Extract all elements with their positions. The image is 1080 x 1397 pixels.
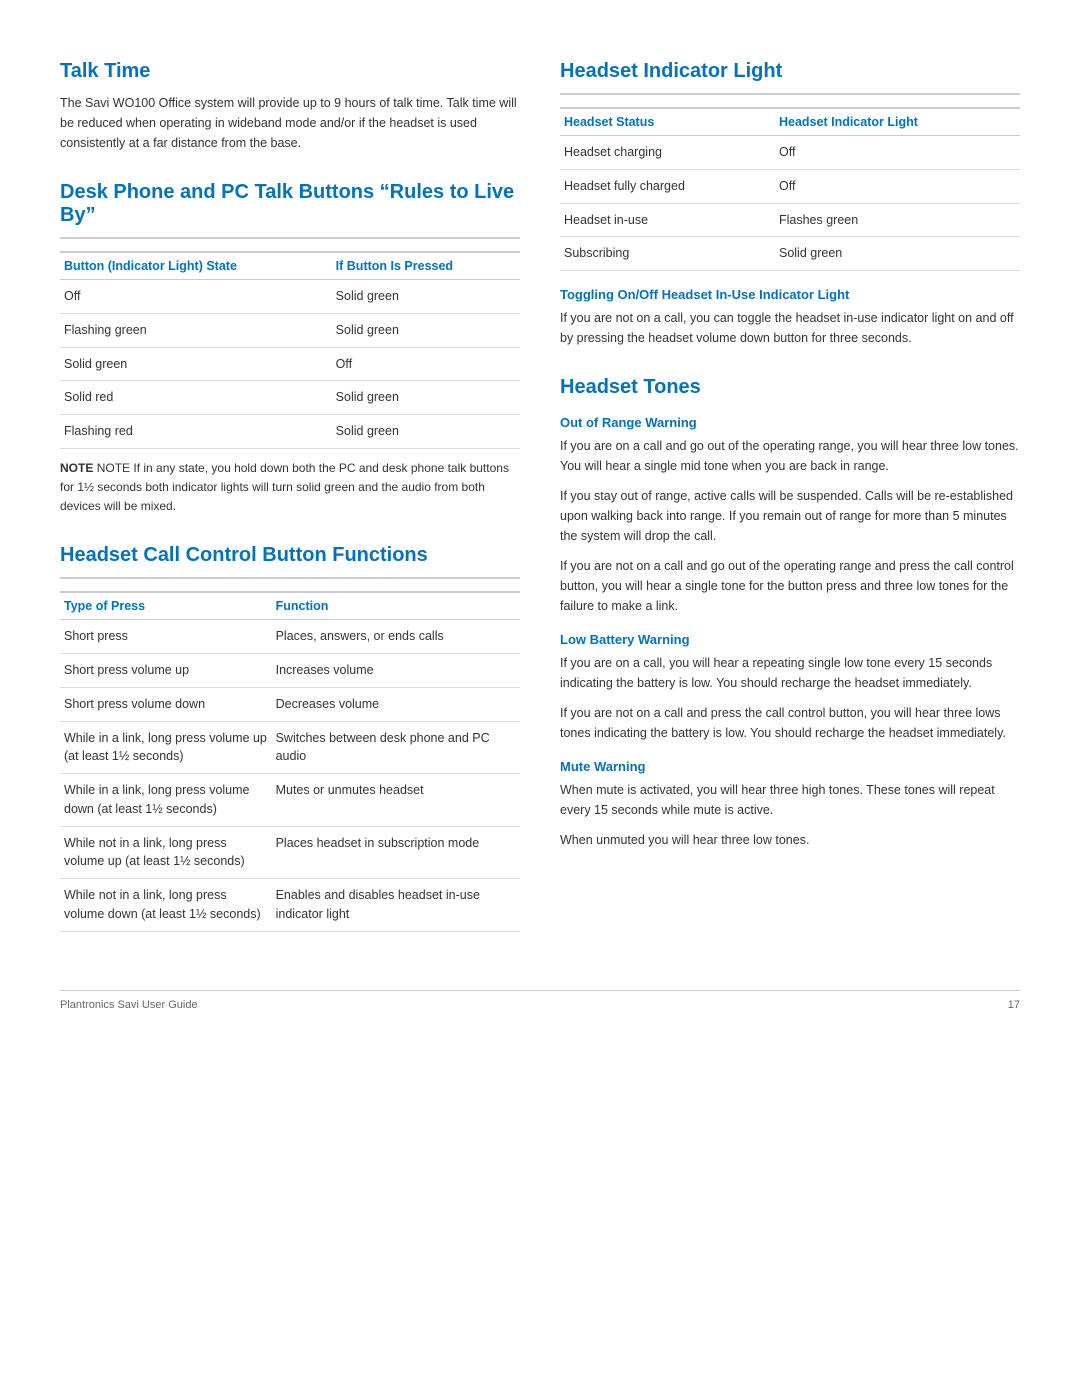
footer-right: 17 <box>1008 999 1020 1011</box>
table-row: Short press volume upIncreases volume <box>60 654 520 688</box>
desk-phone-section: Desk Phone and PC Talk Buttons “Rules to… <box>60 181 520 516</box>
mute-warning-title: Mute Warning <box>560 759 1020 774</box>
function-cell: Places headset in subscription mode <box>272 826 520 879</box>
toggling-title: Toggling On/Off Headset In-Use Indicator… <box>560 287 1020 302</box>
pressed-cell: Solid green <box>332 381 520 415</box>
status-cell: Headset in-use <box>560 203 775 237</box>
function-cell: Decreases volume <box>272 687 520 721</box>
desk-phone-table: Button (Indicator Light) State If Button… <box>60 251 520 449</box>
table-row: SubscribingSolid green <box>560 237 1020 271</box>
table-row: While in a link, long press volume up (a… <box>60 721 520 774</box>
table-row: Solid greenOff <box>60 347 520 381</box>
out-of-range-para3: If you are not on a call and go out of t… <box>560 556 1020 616</box>
table-row: Headset chargingOff <box>560 136 1020 170</box>
table-row: Solid redSolid green <box>60 381 520 415</box>
light-cell: Off <box>775 169 1020 203</box>
status-cell: Subscribing <box>560 237 775 271</box>
press-cell: Short press volume down <box>60 687 272 721</box>
headset-tones-title: Headset Tones <box>560 376 1020 399</box>
low-battery-title: Low Battery Warning <box>560 632 1020 647</box>
table-row: While not in a link, long press volume u… <box>60 826 520 879</box>
mute-warning-para1: When mute is activated, you will hear th… <box>560 780 1020 820</box>
desk-phone-col2-header: If Button Is Pressed <box>332 252 520 280</box>
pressed-cell: Solid green <box>332 415 520 449</box>
low-battery-para2: If you are not on a call and press the c… <box>560 703 1020 743</box>
table-row: Flashing redSolid green <box>60 415 520 449</box>
talk-time-title: Talk Time <box>60 60 520 83</box>
talk-time-section: Talk Time The Savi WO100 Office system w… <box>60 60 520 153</box>
desk-phone-note: NOTE NOTE If in any state, you hold down… <box>60 459 520 517</box>
table-row: OffSolid green <box>60 280 520 314</box>
headset-indicator-table: Headset Status Headset Indicator Light H… <box>560 107 1020 271</box>
headset-call-control-section: Headset Call Control Button Functions Ty… <box>60 544 520 931</box>
table-row: Flashing greenSolid green <box>60 313 520 347</box>
headset-tones-section: Headset Tones Out of Range Warning If yo… <box>560 376 1020 850</box>
press-cell: Short press <box>60 620 272 654</box>
pressed-cell: Solid green <box>332 280 520 314</box>
press-cell: Short press volume up <box>60 654 272 688</box>
call-control-col1-header: Type of Press <box>60 592 272 620</box>
desk-phone-title: Desk Phone and PC Talk Buttons “Rules to… <box>60 181 520 227</box>
out-of-range-para1: If you are on a call and go out of the o… <box>560 436 1020 476</box>
call-control-col2-header: Function <box>272 592 520 620</box>
state-cell: Flashing red <box>60 415 332 449</box>
headset-call-control-table: Type of Press Function Short pressPlaces… <box>60 591 520 931</box>
low-battery-para1: If you are on a call, you will hear a re… <box>560 653 1020 693</box>
table-row: Short press volume downDecreases volume <box>60 687 520 721</box>
light-cell: Solid green <box>775 237 1020 271</box>
out-of-range-para2: If you stay out of range, active calls w… <box>560 486 1020 546</box>
headset-call-control-title: Headset Call Control Button Functions <box>60 544 520 567</box>
desk-phone-col1-header: Button (Indicator Light) State <box>60 252 332 280</box>
table-row: Headset fully chargedOff <box>560 169 1020 203</box>
function-cell: Increases volume <box>272 654 520 688</box>
page-footer: Plantronics Savi User Guide 17 <box>60 990 1020 1011</box>
table-row: While in a link, long press volume down … <box>60 774 520 827</box>
light-cell: Off <box>775 136 1020 170</box>
indicator-col1-header: Headset Status <box>560 108 775 136</box>
headset-indicator-title: Headset Indicator Light <box>560 60 1020 83</box>
press-cell: While not in a link, long press volume u… <box>60 826 272 879</box>
state-cell: Flashing green <box>60 313 332 347</box>
function-cell: Enables and disables headset in-use indi… <box>272 879 520 932</box>
headset-indicator-section: Headset Indicator Light Headset Status H… <box>560 60 1020 348</box>
function-cell: Places, answers, or ends calls <box>272 620 520 654</box>
toggling-body: If you are not on a call, you can toggle… <box>560 308 1020 348</box>
state-cell: Off <box>60 280 332 314</box>
status-cell: Headset charging <box>560 136 775 170</box>
press-cell: While not in a link, long press volume d… <box>60 879 272 932</box>
out-of-range-title: Out of Range Warning <box>560 415 1020 430</box>
light-cell: Flashes green <box>775 203 1020 237</box>
function-cell: Switches between desk phone and PC audio <box>272 721 520 774</box>
footer-left: Plantronics Savi User Guide <box>60 999 198 1011</box>
table-row: Headset in-useFlashes green <box>560 203 1020 237</box>
pressed-cell: Off <box>332 347 520 381</box>
press-cell: While in a link, long press volume down … <box>60 774 272 827</box>
indicator-col2-header: Headset Indicator Light <box>775 108 1020 136</box>
function-cell: Mutes or unmutes headset <box>272 774 520 827</box>
mute-warning-para2: When unmuted you will hear three low ton… <box>560 830 1020 850</box>
table-row: Short pressPlaces, answers, or ends call… <box>60 620 520 654</box>
status-cell: Headset fully charged <box>560 169 775 203</box>
table-row: While not in a link, long press volume d… <box>60 879 520 932</box>
state-cell: Solid red <box>60 381 332 415</box>
talk-time-body: The Savi WO100 Office system will provid… <box>60 93 520 153</box>
press-cell: While in a link, long press volume up (a… <box>60 721 272 774</box>
pressed-cell: Solid green <box>332 313 520 347</box>
state-cell: Solid green <box>60 347 332 381</box>
